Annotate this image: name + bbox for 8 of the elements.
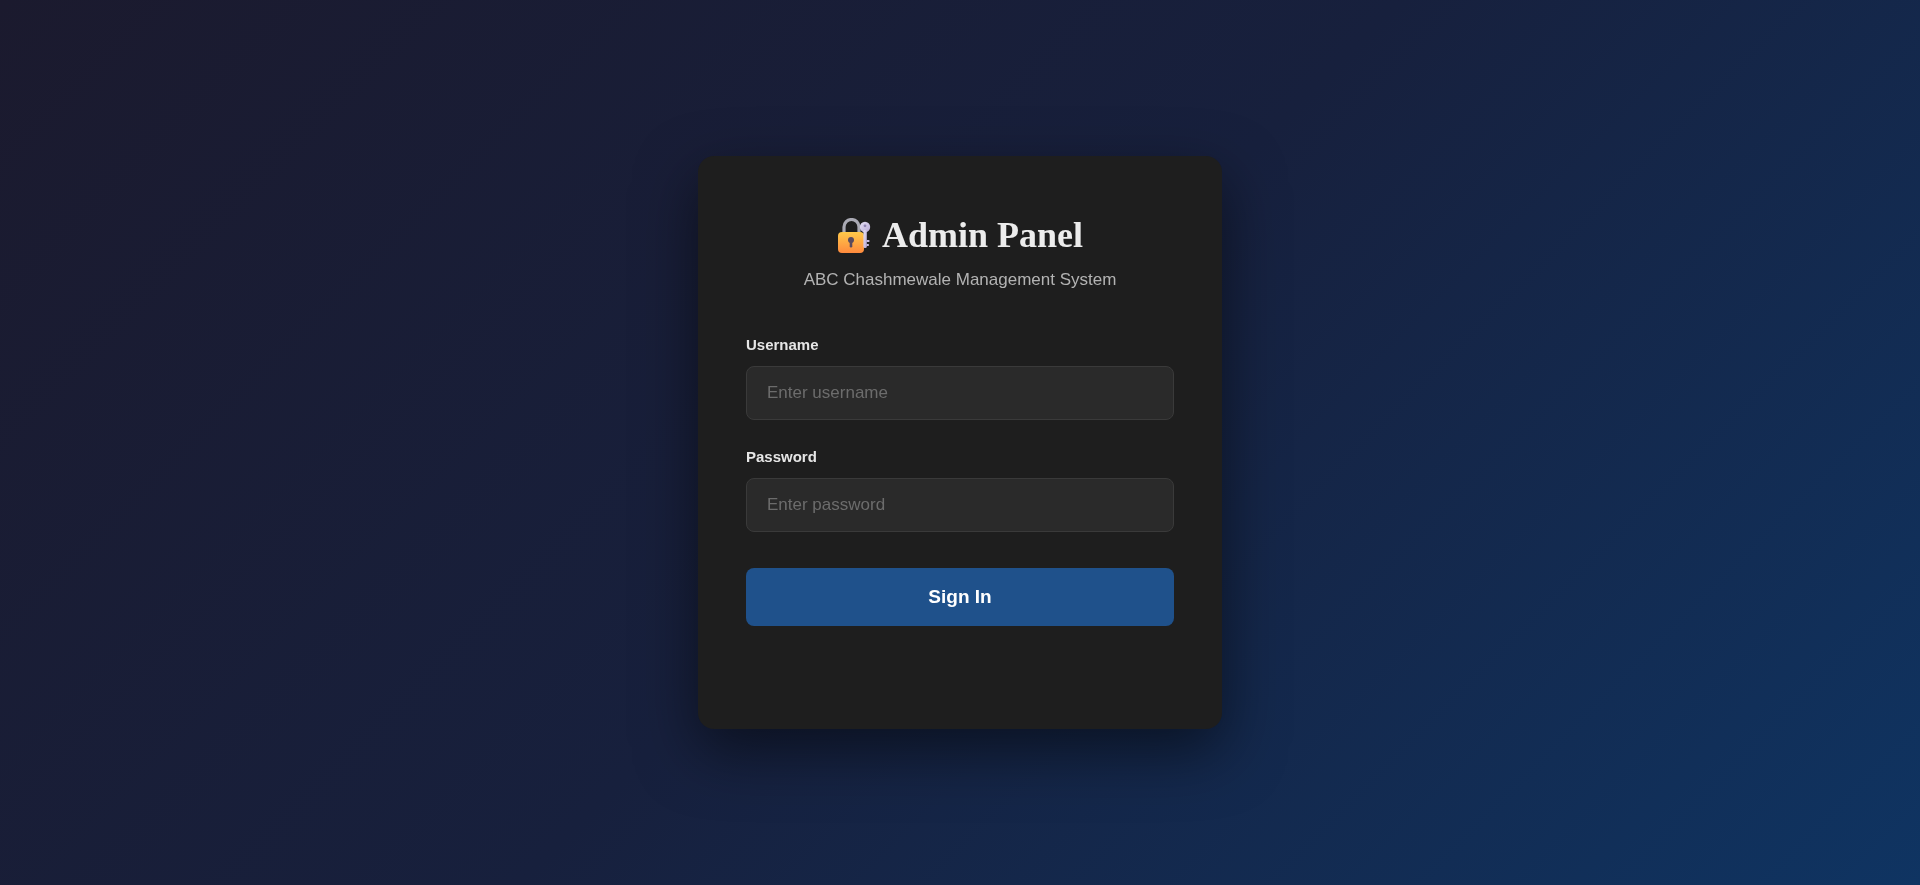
panel-subtitle: ABC Chashmewale Management System	[802, 269, 1118, 291]
input-field[interactable]: Enter password	[746, 478, 1174, 532]
field-label: Username	[746, 335, 819, 355]
field-label: Password	[746, 447, 817, 467]
sign-in-button[interactable]: Sign In	[746, 568, 1174, 626]
input-field[interactable]: Enter username	[746, 366, 1174, 420]
panel-title: Admin Panel	[882, 214, 1083, 257]
padlock-key-icon	[837, 217, 871, 254]
